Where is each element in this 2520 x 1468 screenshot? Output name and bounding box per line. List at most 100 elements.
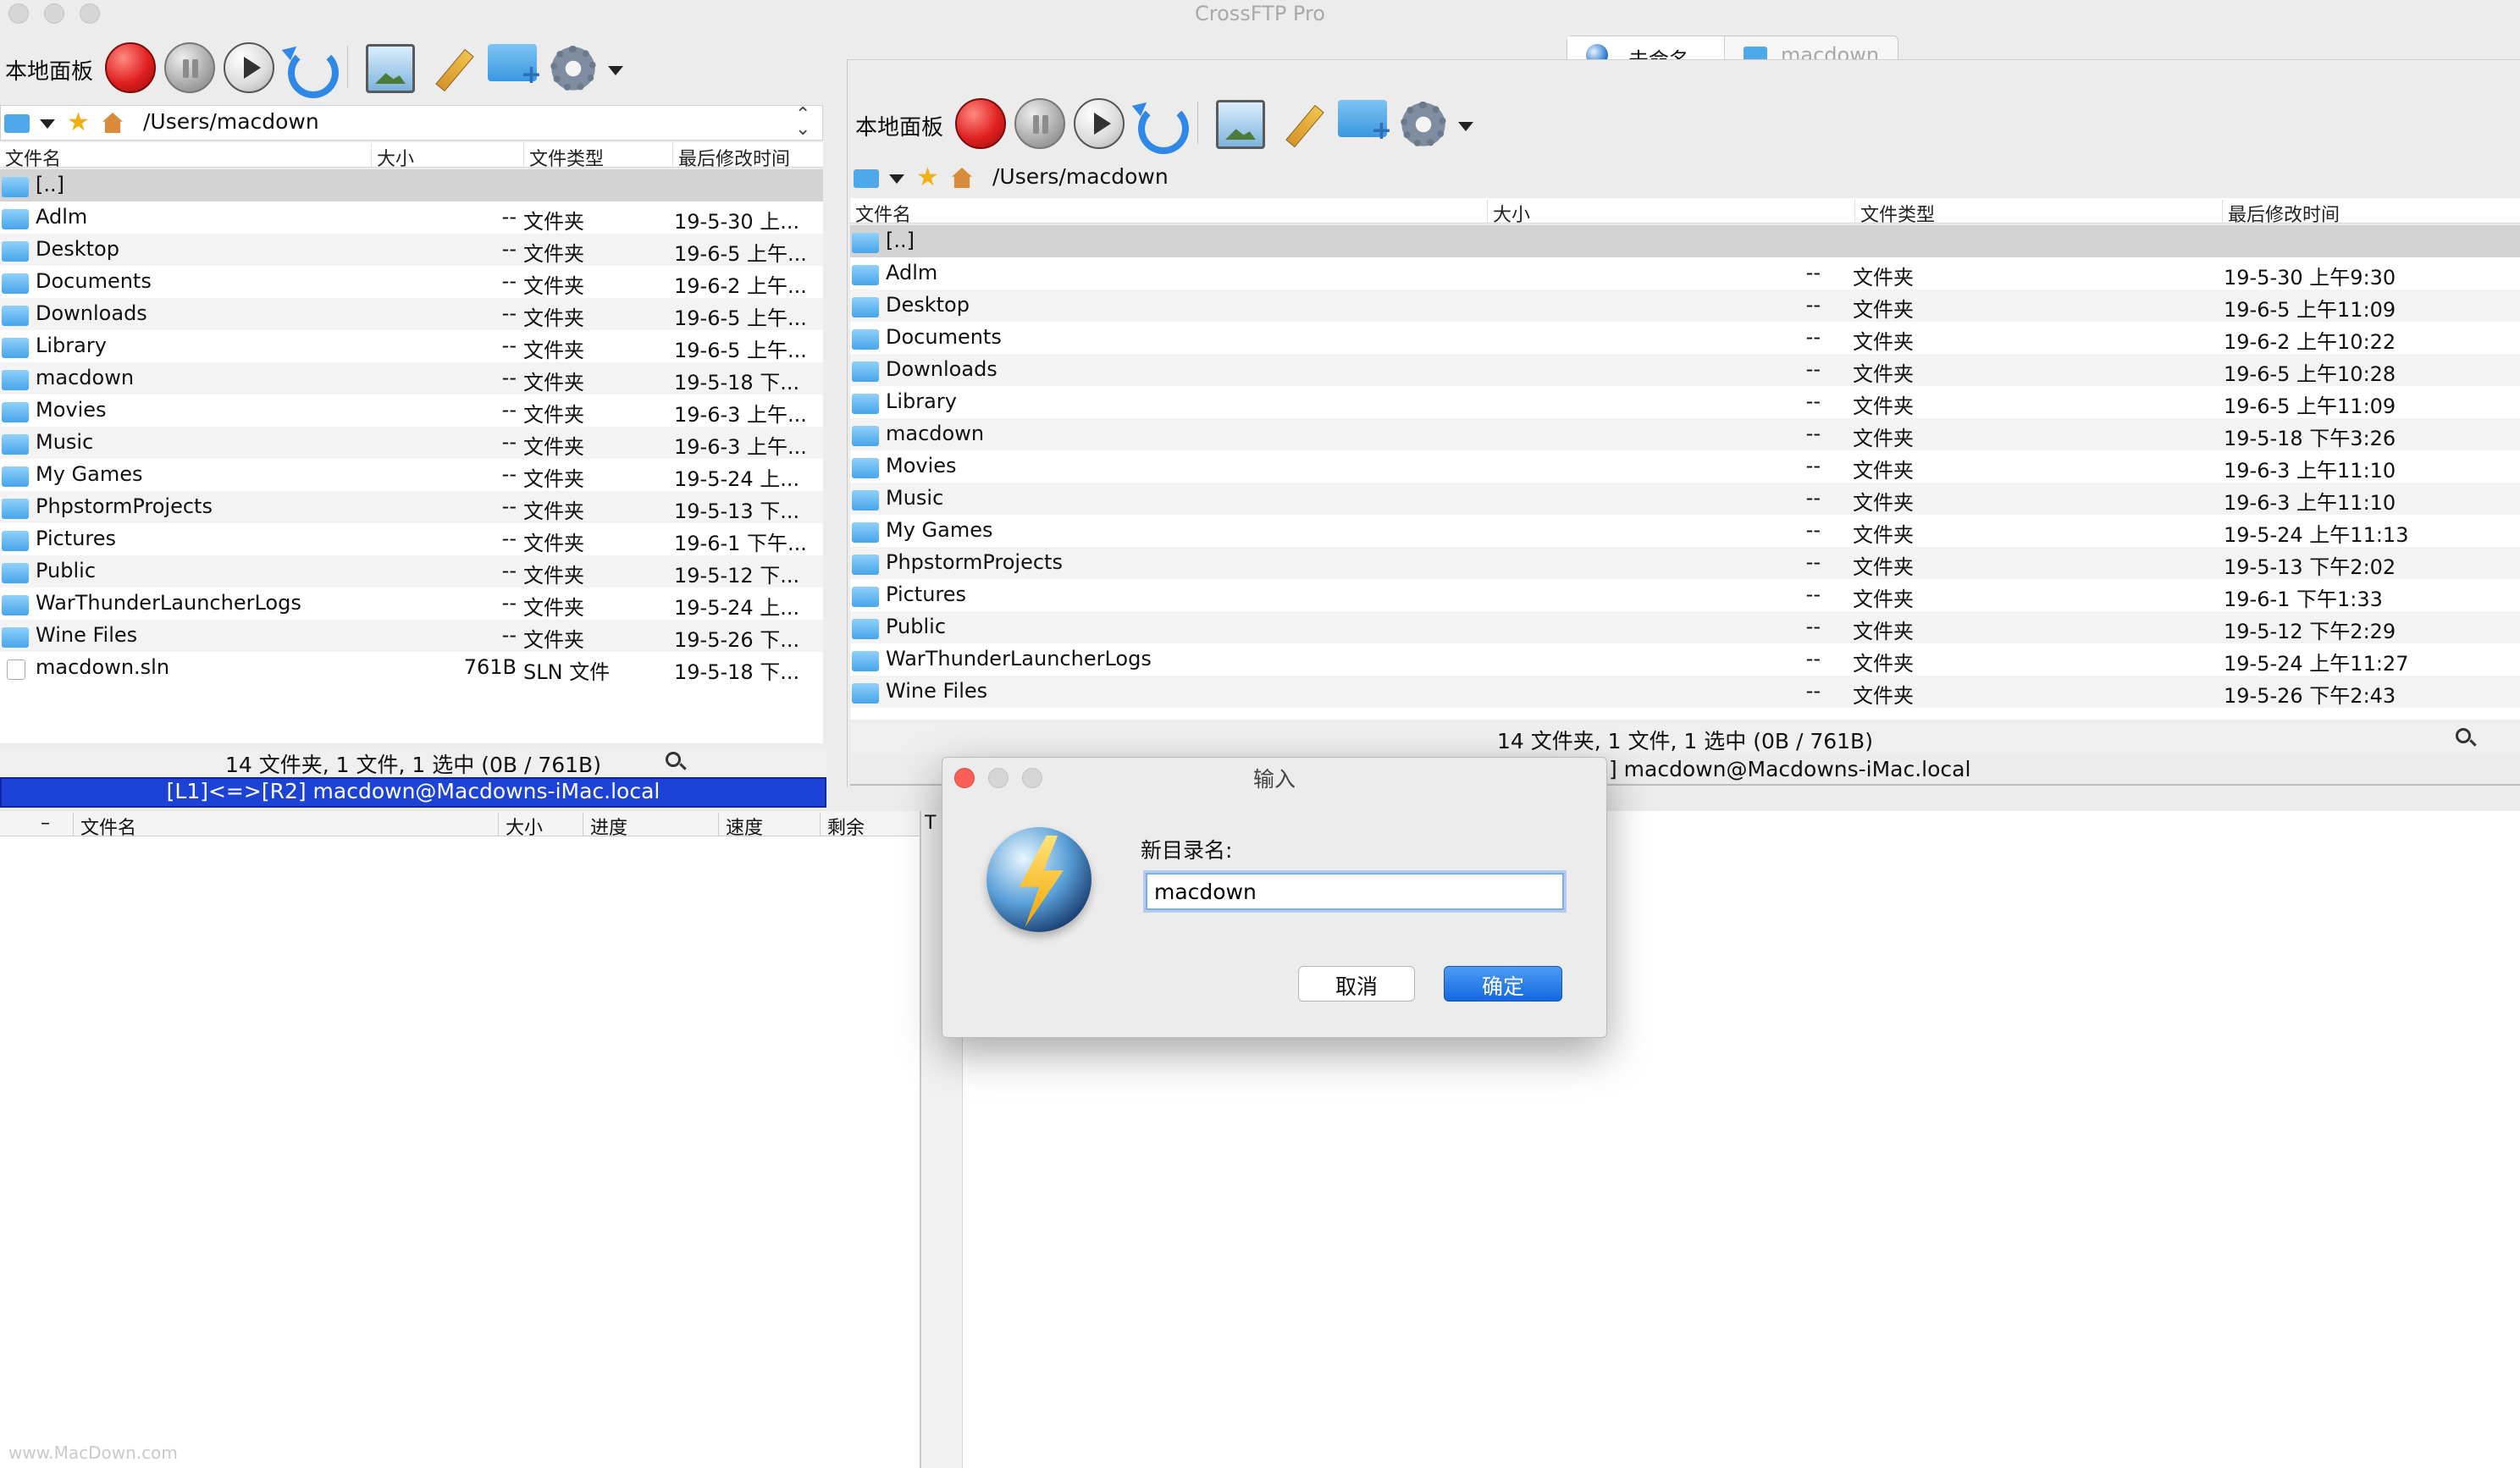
col-type[interactable]: 文件类型 [1854, 200, 1935, 226]
stop-button[interactable] [955, 98, 1006, 149]
file-row[interactable]: Adlm -- 文件夹 19-5-30 上... [0, 201, 823, 234]
edit-pencil-icon[interactable] [428, 44, 478, 93]
left-path-bar[interactable]: ★ /Users/macdown ⌃ ⌄ [0, 105, 823, 141]
col-type[interactable]: 文件类型 [523, 144, 604, 170]
file-row[interactable]: Movies -- 文件夹 19-6-3 上午11:10 [850, 450, 2520, 483]
file-modified: 19-6-5 上午... [674, 339, 807, 362]
play-button[interactable] [1074, 98, 1125, 149]
col-modified[interactable]: 最后修改时间 [672, 144, 790, 170]
queue-col-filename[interactable]: 文件名 [73, 813, 136, 839]
home-icon[interactable] [102, 113, 123, 133]
file-type: 文件夹 [1853, 395, 1914, 418]
left-column-header: 文件名 大小 文件类型 最后修改时间 [0, 142, 823, 170]
chevron-down-icon[interactable] [40, 119, 55, 129]
search-icon[interactable] [666, 752, 681, 767]
refresh-button[interactable] [283, 42, 339, 98]
file-row[interactable]: Documents -- 文件夹 19-6-2 上午... [0, 266, 823, 298]
file-row[interactable]: PhpstormProjects -- 文件夹 19-5-13 下... [0, 491, 823, 523]
file-type: 文件夹 [523, 242, 584, 266]
col-modified[interactable]: 最后修改时间 [2222, 200, 2340, 226]
file-modified: 19-5-18 下午3:26 [2224, 427, 2396, 450]
ok-button[interactable]: 确定 [1444, 966, 1562, 1002]
file-row[interactable]: Downloads -- 文件夹 19-6-5 上午... [0, 298, 823, 330]
cancel-button[interactable]: 取消 [1298, 966, 1415, 1002]
path-text[interactable]: /Users/macdown [992, 164, 1169, 189]
new-folder-icon[interactable] [1338, 100, 1392, 146]
edit-pencil-icon[interactable] [1279, 100, 1328, 149]
file-modified: 19-5-18 下... [674, 371, 800, 395]
file-row[interactable]: Adlm -- 文件夹 19-5-30 上午9:30 [850, 257, 2520, 290]
bookmark-star-icon[interactable]: ★ [67, 108, 90, 137]
right-path-bar[interactable]: ★ /Users/macdown [850, 161, 2520, 196]
preview-image-icon[interactable] [366, 44, 415, 93]
file-modified: 19-6-5 上午11:09 [2224, 395, 2396, 418]
file-row[interactable]: Desktop -- 文件夹 19-6-5 上午... [0, 234, 823, 266]
file-row[interactable]: macdown -- 文件夹 19-5-18 下... [0, 362, 823, 395]
queue-col-speed[interactable]: 速度 [718, 813, 763, 839]
file-row[interactable]: Public -- 文件夹 19-5-12 下午2:29 [850, 611, 2520, 643]
dialog-zoom-button[interactable] [1022, 768, 1042, 788]
file-row[interactable]: Wine Files -- 文件夹 19-5-26 下... [0, 620, 823, 652]
parent-dir-row[interactable]: [..] [0, 169, 823, 201]
file-row[interactable]: Documents -- 文件夹 19-6-2 上午10:22 [850, 322, 2520, 354]
col-filename[interactable]: 文件名 [850, 200, 911, 226]
file-row[interactable]: Public -- 文件夹 19-5-12 下... [0, 555, 823, 588]
new-folder-icon[interactable] [488, 44, 542, 90]
pause-button[interactable] [1014, 98, 1065, 149]
folder-name-input[interactable] [1146, 873, 1564, 910]
path-text[interactable]: /Users/macdown [143, 109, 319, 134]
col-size[interactable]: 大小 [1487, 200, 1530, 226]
file-type: 文件夹 [1853, 588, 1914, 611]
preview-image-icon[interactable] [1216, 100, 1265, 149]
file-modified: 19-6-2 上午10:22 [2224, 330, 2396, 354]
queue-col-remaining[interactable]: 剩余 [820, 813, 865, 839]
home-icon[interactable] [952, 168, 972, 188]
right-column-header: 文件名 大小 文件类型 最后修改时间 [850, 198, 2520, 226]
file-row[interactable]: Downloads -- 文件夹 19-6-5 上午10:28 [850, 354, 2520, 386]
chevron-down-icon[interactable] [1458, 122, 1473, 131]
file-modified: 19-6-5 上午11:09 [2224, 298, 2396, 322]
stop-button[interactable] [105, 42, 156, 93]
queue-col-toggle[interactable]: – [34, 813, 50, 836]
queue-col-size[interactable]: 大小 [498, 813, 543, 839]
chevron-down-icon[interactable] [608, 66, 623, 75]
file-row[interactable]: My Games -- 文件夹 19-5-24 上午11:13 [850, 515, 2520, 547]
chevron-down-icon[interactable] [889, 174, 904, 184]
search-icon[interactable] [2456, 728, 2471, 743]
file-row[interactable]: macdown.sln 761B SLN 文件 19-5-18 下... [0, 652, 823, 684]
file-type: 文件夹 [523, 564, 584, 588]
bookmark-star-icon[interactable]: ★ [916, 163, 939, 192]
file-row[interactable]: Music -- 文件夹 19-6-3 上午... [0, 427, 823, 459]
file-row[interactable]: Music -- 文件夹 19-6-3 上午11:10 [850, 483, 2520, 515]
file-row[interactable]: WarThunderLauncherLogs -- 文件夹 19-5-24 上午11:… [850, 643, 2520, 676]
file-row[interactable]: macdown -- 文件夹 19-5-18 下午3:26 [850, 418, 2520, 450]
dialog-close-button[interactable] [954, 768, 975, 788]
file-row[interactable]: Desktop -- 文件夹 19-6-5 上午11:09 [850, 290, 2520, 322]
dialog-minimize-button[interactable] [988, 768, 1009, 788]
folder-icon[interactable] [854, 169, 879, 188]
file-size: -- [1805, 518, 1821, 542]
file-row[interactable]: PhpstormProjects -- 文件夹 19-5-13 下午2:02 [850, 547, 2520, 579]
pause-button[interactable] [164, 42, 215, 93]
session-bar[interactable]: [L1]<=>[R2] macdown@Macdowns-iMac.local [0, 777, 826, 808]
settings-gear-icon[interactable] [1399, 100, 1448, 149]
file-row[interactable]: WarThunderLauncherLogs -- 文件夹 19-5-24 上... [0, 588, 823, 620]
file-row[interactable]: Library -- 文件夹 19-6-5 上午... [0, 330, 823, 362]
parent-dir-row[interactable]: [..] [850, 225, 2520, 257]
settings-gear-icon[interactable] [549, 44, 598, 93]
file-row[interactable]: Pictures -- 文件夹 19-6-1 下午... [0, 523, 823, 555]
file-row[interactable]: Pictures -- 文件夹 19-6-1 下午1:33 [850, 579, 2520, 611]
folder-icon[interactable] [4, 114, 30, 133]
path-stepper-icon[interactable]: ⌃ ⌄ [795, 106, 810, 139]
refresh-button[interactable] [1133, 98, 1189, 154]
file-row[interactable]: Library -- 文件夹 19-6-5 上午11:09 [850, 386, 2520, 418]
file-row[interactable]: My Games -- 文件夹 19-5-24 上... [0, 459, 823, 491]
play-button[interactable] [224, 42, 274, 93]
file-modified: 19-6-5 上午10:28 [2224, 362, 2396, 386]
file-type: 文件夹 [1853, 684, 1914, 708]
col-size[interactable]: 大小 [371, 144, 414, 170]
file-row[interactable]: Wine Files -- 文件夹 19-5-26 下午2:43 [850, 676, 2520, 708]
file-row[interactable]: Movies -- 文件夹 19-6-3 上午... [0, 395, 823, 427]
queue-col-progress[interactable]: 进度 [583, 813, 627, 839]
col-filename[interactable]: 文件名 [0, 144, 61, 170]
